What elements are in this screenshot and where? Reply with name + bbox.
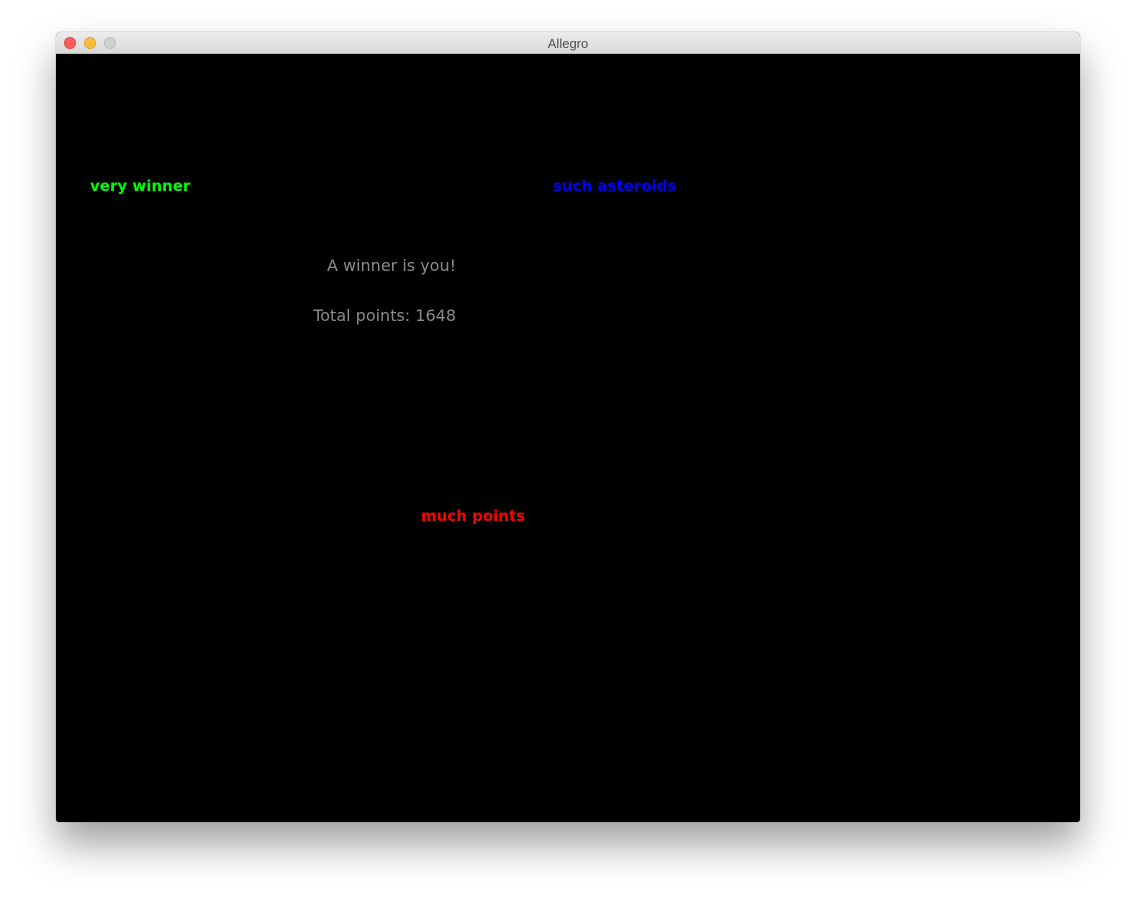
window-title: Allegro bbox=[547, 36, 589, 51]
much-points-text: much points bbox=[421, 507, 526, 525]
app-window: Allegro very winner such asteroids A win… bbox=[56, 32, 1080, 822]
window-titlebar[interactable]: Allegro bbox=[56, 32, 1080, 54]
such-asteroids-text: such asteroids bbox=[553, 177, 677, 195]
total-points-text: Total points: 1648 bbox=[313, 306, 456, 325]
very-winner-text: very winner bbox=[90, 177, 191, 195]
game-canvas[interactable]: very winner such asteroids A winner is y… bbox=[56, 54, 1080, 822]
winner-message: A winner is you! bbox=[326, 256, 456, 275]
